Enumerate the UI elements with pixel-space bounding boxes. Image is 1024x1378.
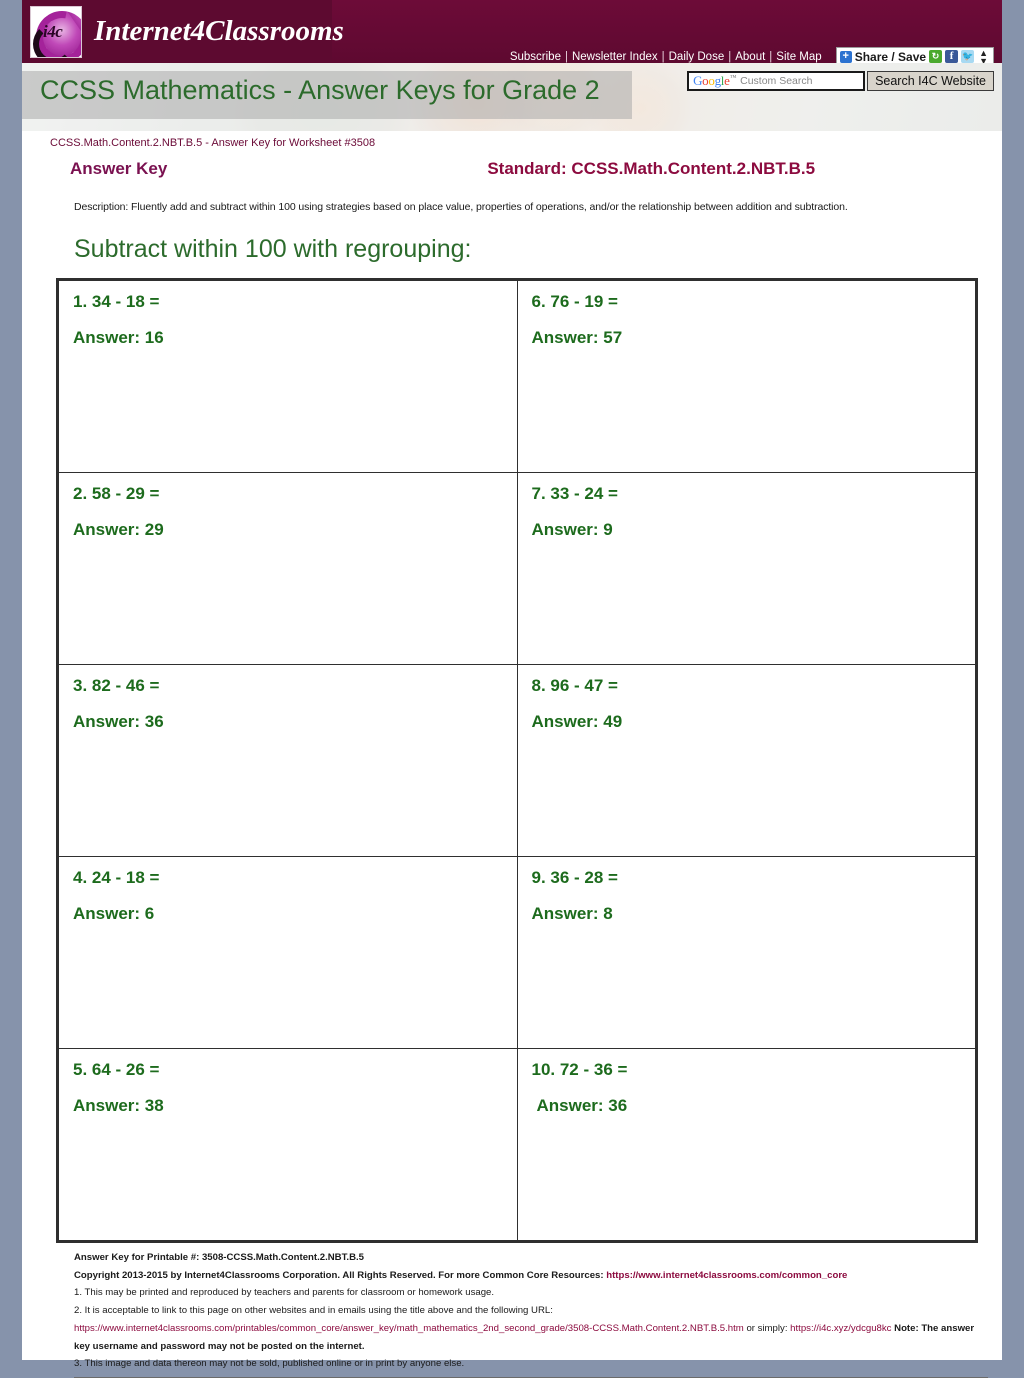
table-row: 3. 82 - 46 = Answer: 36 8. 96 - 47 = Ans…	[58, 664, 976, 857]
long-url-link[interactable]: https://www.internet4classrooms.com/prin…	[74, 1323, 744, 1334]
table-row: 5. 64 - 26 = Answer: 38 10. 72 - 36 = An…	[58, 1048, 976, 1241]
twitter-icon[interactable]: 🐦	[961, 50, 975, 63]
search-area: Google™ Custom Search Search I4C Website	[687, 71, 994, 91]
problem-cell-7: 7. 33 - 24 = Answer: 9	[516, 472, 976, 665]
problem-cell-10: 10. 72 - 36 = Answer: 36	[516, 1048, 976, 1241]
copyright-line: Copyright 2013-2015 by Internet4Classroo…	[74, 1267, 988, 1285]
problem-answer: Answer: 57	[531, 328, 623, 347]
problem-cell-9: 9. 36 - 28 = Answer: 8	[516, 856, 976, 1049]
nav-link-daily-dose[interactable]: Daily Dose	[665, 51, 729, 63]
problem-cell-8: 8. 96 - 47 = Answer: 49	[516, 664, 976, 857]
problem-answer: Answer: 38	[73, 1096, 164, 1115]
table-row: 1. 34 - 18 = Answer: 16 6. 76 - 19 = Ans…	[58, 280, 976, 473]
problem-cell-2: 2. 58 - 29 = Answer: 29	[58, 472, 518, 665]
top-navigation: Subscribe | Newsletter Index | Daily Dos…	[506, 47, 994, 63]
share-save-label: Share / Save	[854, 49, 927, 64]
footer-item-3: 3. This image and data thereon may not b…	[74, 1358, 465, 1370]
search-placeholder: Custom Search	[740, 75, 813, 87]
search-button[interactable]: Search I4C Website	[867, 71, 994, 91]
worksheet-reference: CCSS.Math.Content.2.NBT.B.5 - Answer Key…	[50, 137, 376, 149]
footer-item-1: 1. This may be printed and reproduced by…	[74, 1287, 495, 1299]
problem-cell-4: 4. 24 - 18 = Answer: 6	[58, 856, 518, 1049]
nav-link-subscribe[interactable]: Subscribe	[506, 51, 565, 63]
problem-cell-1: 1. 34 - 18 = Answer: 16	[58, 280, 518, 473]
page-banner: CCSS Mathematics - Answer Keys for Grade…	[22, 63, 1002, 131]
nav-link-newsletter-index[interactable]: Newsletter Index	[568, 51, 662, 63]
problem-question: 2. 58 - 29 =	[73, 484, 160, 503]
problem-answer: Answer: 16	[73, 328, 164, 347]
problem-answer: Answer: 36	[73, 712, 164, 731]
problem-answer: Answer: 6	[73, 904, 155, 923]
short-url-link[interactable]: https://i4c.xyz/ydcgu8kc	[790, 1323, 891, 1334]
answer-key-label: Answer Key	[70, 159, 168, 178]
i4c-logo-icon: i4c	[30, 5, 82, 58]
chevron-updown-icon[interactable]: ▲ ▼	[977, 48, 990, 63]
problem-answer: Answer: 29	[73, 520, 164, 539]
printable-reference: Answer Key for Printable #: 3508-CCSS.Ma…	[74, 1252, 365, 1263]
problem-question: 8. 96 - 47 =	[531, 676, 618, 695]
main-content: CCSS.Math.Content.2.NBT.B.5 - Answer Key…	[22, 131, 1002, 1378]
plus-icon[interactable]: +	[839, 50, 852, 63]
table-row: 4. 24 - 18 = Answer: 6 9. 36 - 28 = Answ…	[58, 856, 976, 1049]
problems-grid: 1. 34 - 18 = Answer: 16 6. 76 - 19 = Ans…	[56, 278, 978, 1243]
answer-key-header-row: Answer Key Standard: CCSS.Math.Content.2…	[36, 151, 988, 179]
copyright-text: Copyright 2013-2015 by Internet4Classroo…	[74, 1269, 604, 1281]
table-row: 2. 58 - 29 = Answer: 29 7. 33 - 24 = Ans…	[58, 472, 976, 665]
problem-question: 1. 34 - 18 =	[73, 292, 160, 311]
problem-question: 4. 24 - 18 =	[73, 868, 160, 887]
brand-name: Internet4Classrooms	[94, 15, 344, 47]
common-core-link[interactable]: https://www.internet4classrooms.com/comm…	[606, 1270, 847, 1281]
problem-answer: Answer: 8	[531, 904, 613, 923]
search-input[interactable]: Google™ Custom Search	[687, 71, 866, 91]
logo-text: i4c	[43, 21, 63, 41]
problem-question: 7. 33 - 24 =	[531, 484, 618, 503]
trademark-symbol: ™	[729, 73, 737, 82]
nav-link-about[interactable]: About	[731, 51, 769, 63]
brand-block[interactable]: i4c Internet4Classrooms	[22, 0, 344, 63]
or-simply-text: or simply:	[746, 1322, 788, 1334]
site-header: i4c Internet4Classrooms Subscribe | News…	[22, 0, 1002, 63]
problem-question: 5. 64 - 26 =	[73, 1060, 160, 1079]
problem-question: 9. 36 - 28 =	[531, 868, 618, 887]
problem-answer: Answer: 36	[536, 1096, 628, 1115]
share-icon[interactable]: ↻	[929, 50, 943, 63]
share-save-widget[interactable]: + Share / Save ↻ f 🐦 ▲ ▼	[835, 47, 994, 64]
page-title: CCSS Mathematics - Answer Keys for Grade…	[40, 75, 600, 105]
page-footer: Answer Key for Printable #: 3508-CCSS.Ma…	[36, 1243, 988, 1378]
google-logo-icon: Google™	[693, 73, 737, 88]
problem-cell-3: 3. 82 - 46 = Answer: 36	[58, 664, 518, 857]
problem-question: 6. 76 - 19 =	[531, 292, 618, 311]
section-title: Subtract within 100 with regrouping:	[74, 235, 472, 263]
footer-url-line: https://www.internet4classrooms.com/prin…	[74, 1320, 988, 1355]
facebook-icon[interactable]: f	[945, 50, 959, 63]
problem-cell-6: 6. 76 - 19 = Answer: 57	[516, 280, 976, 473]
problem-cell-5: 5. 64 - 26 = Answer: 38	[58, 1048, 518, 1241]
problem-question: 3. 82 - 46 =	[73, 676, 160, 695]
page-container: i4c Internet4Classrooms Subscribe | News…	[22, 0, 1002, 1378]
standard-description: Description: Fluently add and subtract w…	[74, 201, 848, 213]
nav-link-site-map[interactable]: Site Map	[772, 51, 825, 63]
problem-answer: Answer: 49	[531, 712, 623, 731]
problem-answer: Answer: 9	[531, 520, 613, 539]
footer-item-2: 2. It is acceptable to link to this page…	[74, 1305, 553, 1317]
standard-label: Standard: CCSS.Math.Content.2.NBT.B.5	[487, 159, 816, 178]
problem-question: 10. 72 - 36 =	[531, 1060, 628, 1079]
